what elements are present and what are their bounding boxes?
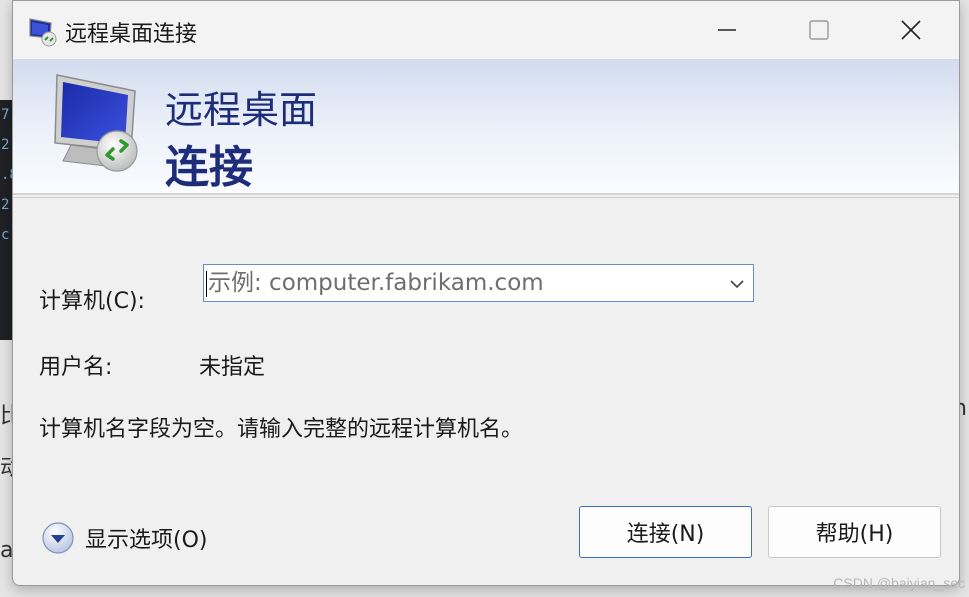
status-message: 计算机名字段为空。请输入完整的远程计算机名。 <box>39 417 524 442</box>
connect-button[interactable]: 连接(N) <box>579 506 752 558</box>
expand-options-icon <box>42 522 74 554</box>
maximize-icon <box>809 20 829 40</box>
show-options-label: 显示选项(O) <box>85 528 208 553</box>
title-bar[interactable]: 远程桌面连接 <box>13 1 959 59</box>
help-button[interactable]: 帮助(H) <box>768 506 941 558</box>
show-options-toggle[interactable]: 显示选项(O) <box>41 521 207 555</box>
computer-label: 计算机(C): <box>39 289 145 314</box>
window-title: 远程桌面连接 <box>65 22 198 47</box>
remote-desktop-icon <box>29 18 57 47</box>
banner-divider <box>13 193 959 195</box>
maximize-button[interactable] <box>773 1 865 59</box>
watermark: CSDN @baiyian_sec <box>833 575 965 591</box>
close-icon <box>901 20 921 40</box>
text-caret <box>206 271 207 297</box>
banner-title-line2: 连接 <box>165 142 253 193</box>
computer-input[interactable] <box>206 267 718 299</box>
minimize-button[interactable] <box>681 1 773 59</box>
username-value: 未指定 <box>199 355 266 380</box>
remote-desktop-monitor-icon <box>54 74 138 172</box>
close-button[interactable] <box>865 1 957 59</box>
banner-divider <box>13 197 959 198</box>
minimize-icon <box>718 29 736 31</box>
chevron-down-icon[interactable] <box>727 274 747 294</box>
header-banner: 远程桌面 连接 <box>13 59 959 193</box>
username-label: 用户名: <box>39 355 113 380</box>
banner-title-line1: 远程桌面 <box>165 88 318 132</box>
computer-combobox[interactable] <box>203 264 754 302</box>
rdp-dialog: 远程桌面连接 远程桌面 连接 计算机(C): 示例: computer.fabr… <box>12 0 960 586</box>
